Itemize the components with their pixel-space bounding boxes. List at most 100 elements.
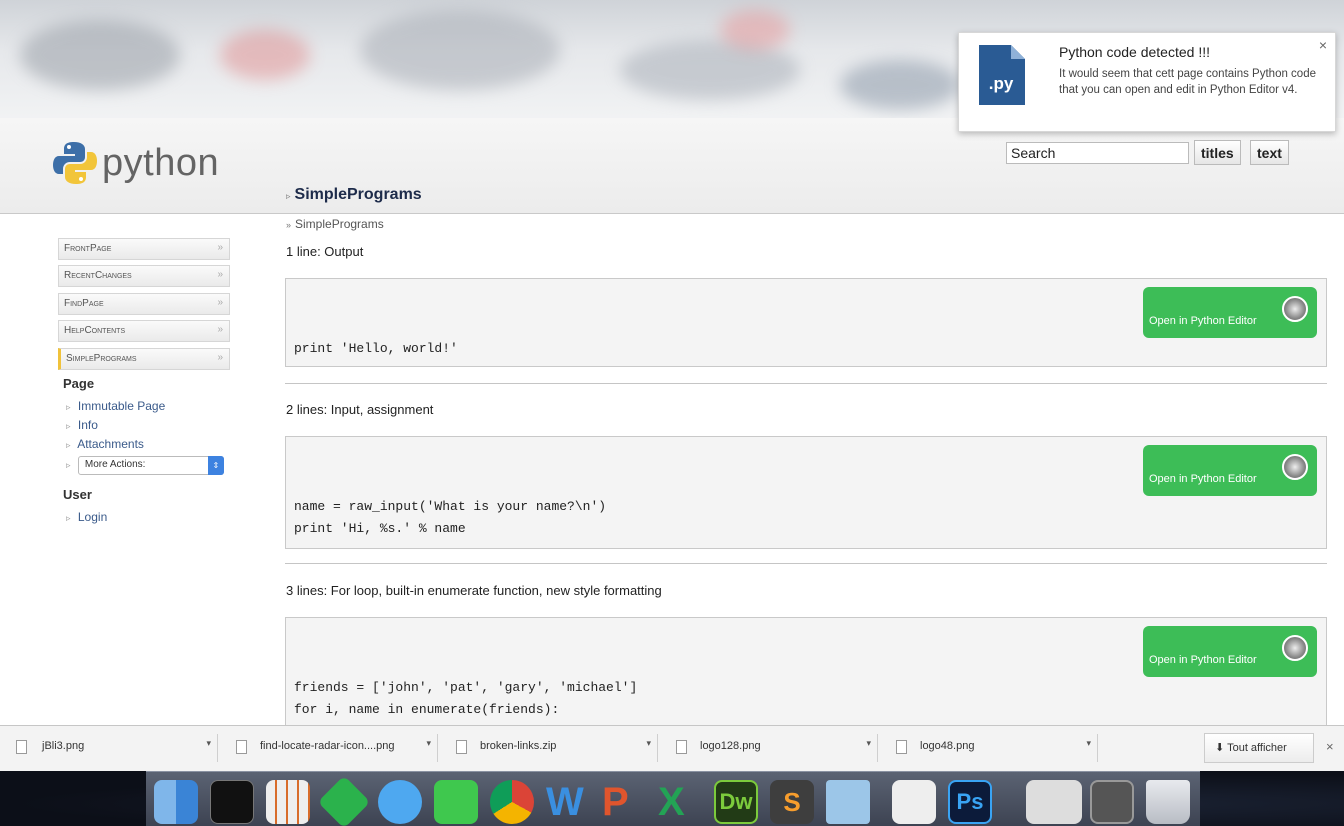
section-title: 2 lines: Input, assignment — [286, 402, 434, 417]
screenshot-icon[interactable] — [1090, 780, 1134, 824]
sublime-icon[interactable]: S — [770, 780, 814, 824]
divider — [285, 563, 1327, 564]
immutable-page-link[interactable]: ▹ Immutable Page — [66, 399, 230, 413]
arrow-icon: ▹ — [66, 420, 71, 431]
word-icon[interactable]: W — [546, 780, 590, 824]
link-label: Login — [77, 509, 108, 524]
link-label: Attachments — [77, 436, 144, 451]
info-link[interactable]: ▹ Info — [66, 418, 230, 432]
arrow-icon: ▹ — [66, 460, 71, 471]
download-filename: logo48.png — [920, 740, 975, 752]
python-detected-notification[interactable]: .py Python code detected !!! It would se… — [958, 32, 1336, 132]
file-icon — [236, 740, 247, 754]
page-title[interactable]: ▹ SimplePrograms — [286, 186, 422, 204]
titles-button[interactable]: titles — [1194, 140, 1241, 165]
compass-icon — [1282, 296, 1308, 322]
finder-icon[interactable] — [154, 780, 198, 824]
open-button-label: Open in Python Editor — [1149, 315, 1257, 327]
dropdown-icon[interactable]: ▾ — [206, 738, 211, 749]
open-in-python-editor-button[interactable]: Open in Python Editor — [1143, 626, 1317, 677]
download-item[interactable]: logo128.png ▾ — [664, 734, 878, 762]
close-icon[interactable]: × — [1319, 37, 1327, 53]
dreamweaver-icon[interactable]: Dw — [714, 780, 758, 824]
link-label: Info — [77, 417, 98, 432]
facetime-icon[interactable] — [434, 780, 478, 824]
section-title: 3 lines: For loop, built-in enumerate fu… — [286, 583, 662, 598]
breadcrumb[interactable]: » SimplePrograms — [286, 217, 384, 231]
download-arrow-icon: ⬇ — [1215, 742, 1225, 754]
sidebar-item-label: FindPage — [64, 297, 104, 309]
virtualbox-icon[interactable] — [826, 780, 870, 824]
photoshop-icon[interactable]: Ps — [948, 780, 992, 824]
site-header: python titles text ▹ SimplePrograms — [0, 118, 1344, 214]
arrow-icon: ▹ — [66, 401, 71, 412]
download-item[interactable]: jBli3.png ▾ — [4, 734, 218, 762]
excel-icon[interactable]: X — [658, 780, 702, 824]
sidebar-item-simpleprograms[interactable]: SimplePrograms » — [58, 347, 230, 370]
download-item[interactable]: find-locate-radar-icon....png ▾ — [224, 734, 438, 762]
text-button[interactable]: text — [1250, 140, 1289, 165]
download-item[interactable]: logo48.png ▾ — [884, 734, 1098, 762]
terminal-icon[interactable] — [210, 780, 254, 824]
file-icon — [896, 740, 907, 754]
sidebar: FrontPage » RecentChanges » FindPage » Help… — [58, 238, 230, 529]
sidebar-item-label: RecentChanges — [64, 270, 132, 282]
sidebar-item-findpage[interactable]: FindPage » — [58, 292, 230, 315]
feedly-icon[interactable] — [317, 775, 371, 826]
arrow-icon: » — [286, 220, 292, 230]
open-button-label: Open in Python Editor — [1149, 473, 1257, 485]
sidebar-item-recentchanges[interactable]: RecentChanges » — [58, 265, 230, 288]
download-filename: logo128.png — [700, 740, 761, 752]
code-text: print 'Hello, world!' — [294, 341, 458, 356]
section-title: 1 line: Output — [286, 244, 364, 259]
chrome-icon[interactable] — [490, 780, 534, 824]
sidebar-item-frontpage[interactable]: FrontPage » — [58, 238, 230, 260]
page-title-text[interactable]: SimplePrograms — [295, 186, 422, 203]
messages-icon[interactable] — [378, 780, 422, 824]
page-heading: Page — [63, 375, 95, 391]
compass-icon — [1282, 635, 1308, 661]
breadcrumb-text: SimplePrograms — [295, 217, 384, 231]
trash-icon[interactable] — [1146, 780, 1190, 824]
search-input[interactable] — [1006, 142, 1189, 164]
python-logo[interactable]: python — [52, 140, 219, 186]
sidebar-item-helpcontents[interactable]: HelpContents » — [58, 320, 230, 343]
code-block: Open in Python Editor name = raw_input('… — [285, 436, 1327, 549]
login-link[interactable]: ▹ Login — [66, 510, 230, 524]
open-in-python-editor-button[interactable]: Open in Python Editor — [1143, 445, 1317, 496]
python-snake-icon — [53, 142, 97, 184]
file-icon — [676, 740, 687, 754]
launchpad-icon[interactable] — [892, 780, 936, 824]
double-chevron-icon: » — [217, 242, 223, 253]
keyboard-icon[interactable] — [1026, 780, 1082, 824]
user-heading: User — [63, 486, 92, 502]
more-actions-select[interactable]: More Actions: ⇕ — [77, 455, 224, 475]
sidebar-item-label: SimplePrograms — [66, 352, 137, 364]
dropdown-icon[interactable]: ▾ — [426, 738, 431, 749]
calculator-icon[interactable] — [266, 780, 310, 824]
download-filename: find-locate-radar-icon....png — [260, 740, 395, 752]
double-chevron-icon: » — [217, 269, 223, 281]
dock: W P X Dw S Ps — [146, 771, 1200, 826]
powerpoint-icon[interactable]: P — [602, 780, 646, 824]
notification-title: Python code detected !!! — [1059, 44, 1210, 60]
dropdown-icon[interactable]: ▾ — [866, 738, 871, 749]
double-chevron-icon: » — [217, 296, 223, 308]
dropdown-icon[interactable]: ▾ — [1086, 738, 1091, 749]
close-icon[interactable]: × — [1326, 739, 1334, 754]
sidebar-item-label: FrontPage — [64, 243, 112, 254]
dropdown-icon[interactable]: ▾ — [646, 738, 651, 749]
arrow-icon: ▹ — [66, 512, 71, 523]
show-all-label: Tout afficher — [1227, 742, 1287, 754]
attachments-link[interactable]: ▹ Attachments — [66, 437, 230, 451]
arrow-icon: ▹ — [286, 191, 291, 201]
show-all-downloads-button[interactable]: ⬇ Tout afficher — [1204, 733, 1314, 763]
select-value: More Actions: — [84, 458, 146, 470]
open-button-label: Open in Python Editor — [1149, 654, 1257, 666]
open-in-python-editor-button[interactable]: Open in Python Editor — [1143, 287, 1317, 338]
download-filename: broken-links.zip — [480, 740, 557, 752]
double-chevron-icon: » — [217, 324, 223, 336]
download-item[interactable]: broken-links.zip ▾ — [444, 734, 658, 762]
select-arrows-icon: ⇕ — [207, 455, 224, 475]
double-chevron-icon: » — [217, 351, 223, 363]
